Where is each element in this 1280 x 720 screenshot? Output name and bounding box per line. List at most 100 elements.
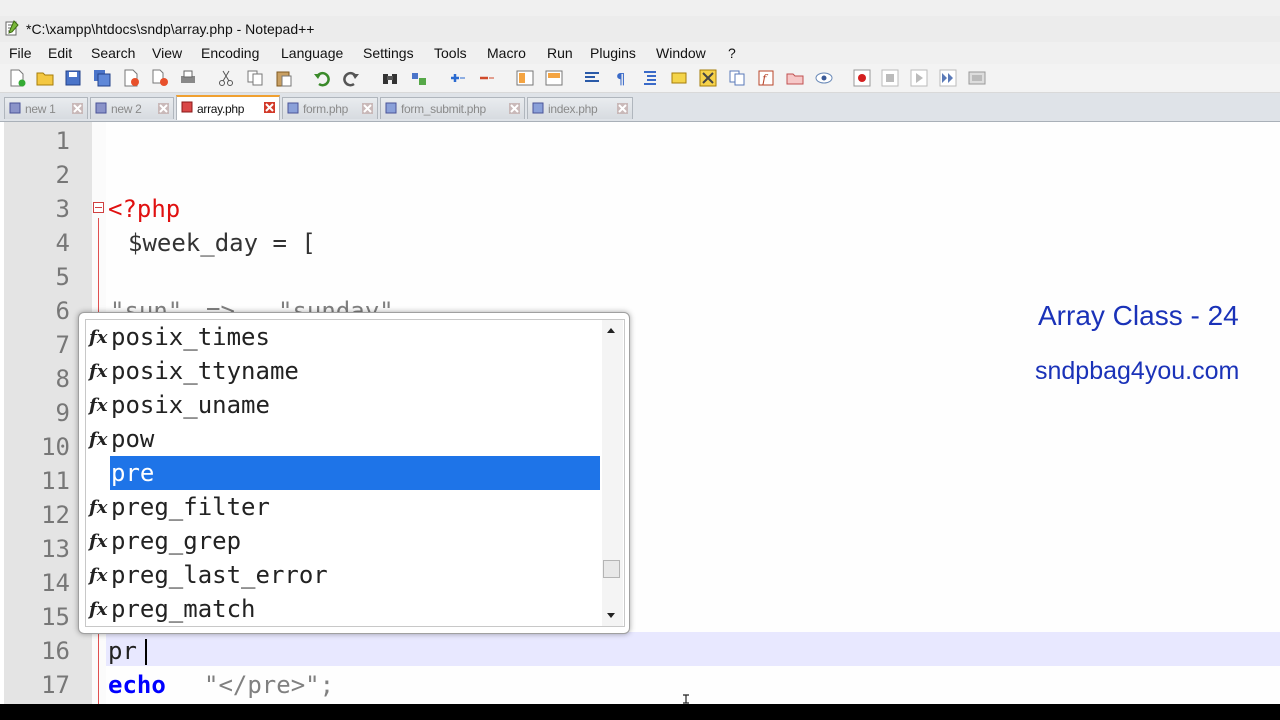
function-icon: fx [89, 361, 108, 382]
function-icon: fx [89, 429, 108, 450]
scrollbar-thumb[interactable] [603, 560, 620, 578]
autocomplete-item[interactable]: fx pow [86, 422, 602, 456]
cut-icon[interactable] [217, 69, 235, 87]
menu-file[interactable]: File [9, 45, 32, 61]
autocomplete-item[interactable]: fx posix_uname [86, 388, 602, 422]
print-icon[interactable] [179, 69, 197, 87]
autocomplete-popup: fx posix_times fx posix_ttyname fx posix… [78, 312, 630, 634]
folder-workspace-icon[interactable] [786, 69, 804, 87]
line-number: 12 [41, 501, 70, 529]
doc-map-icon[interactable] [728, 69, 746, 87]
close-file-icon[interactable] [122, 69, 140, 87]
close-tab-icon[interactable] [617, 103, 628, 114]
tab-array-php[interactable]: array.php [176, 95, 280, 120]
line-number: 2 [55, 161, 70, 189]
new-file-icon[interactable] [8, 69, 26, 87]
autocomplete-item[interactable]: fx preg_match [86, 592, 602, 626]
autocomplete-item[interactable]: fx preg_filter [86, 490, 602, 524]
line-number: 7 [55, 331, 70, 359]
save-icon[interactable] [64, 69, 82, 87]
copy-icon[interactable] [246, 69, 264, 87]
redo-icon[interactable] [342, 69, 360, 87]
stop-macro-icon[interactable] [881, 69, 899, 87]
menu-run[interactable]: Run [547, 45, 573, 61]
open-file-icon[interactable] [36, 69, 54, 87]
tab-new-2[interactable]: new 2 [90, 97, 174, 119]
tab-label: form_submit.php [401, 102, 486, 116]
line-number: 17 [41, 671, 70, 699]
word-wrap-icon[interactable] [583, 69, 601, 87]
line-number: 3 [55, 195, 70, 223]
autocomplete-scrollbar[interactable] [602, 320, 623, 626]
close-tab-icon[interactable] [158, 103, 169, 114]
sync-vertical-icon[interactable] [516, 69, 534, 87]
menu-language[interactable]: Language [281, 45, 343, 61]
menu-settings[interactable]: Settings [363, 45, 414, 61]
play-macro-icon[interactable] [910, 69, 928, 87]
save-macro-icon[interactable] [968, 69, 986, 87]
file-icon [287, 102, 299, 114]
tab-new-1[interactable]: new 1 [4, 97, 88, 119]
function-icon: fx [89, 565, 108, 586]
autocomplete-item-label: posix_uname [111, 391, 270, 419]
function-icon: fx [89, 395, 108, 416]
tab-index-php[interactable]: index.php [527, 97, 633, 119]
svg-text:¶: ¶ [616, 70, 626, 87]
function-list-icon[interactable]: f [757, 69, 775, 87]
tab-form-php[interactable]: form.php [282, 97, 378, 119]
menu-plugins[interactable]: Plugins [590, 45, 636, 61]
scroll-down-arrow-icon[interactable] [607, 613, 615, 618]
menu-edit[interactable]: Edit [48, 45, 72, 61]
function-icon: fx [89, 531, 108, 552]
close-tab-icon[interactable] [362, 103, 373, 114]
tab-label: form.php [303, 102, 348, 116]
find-icon[interactable] [381, 69, 399, 87]
function-icon: fx [89, 599, 108, 620]
monitoring-icon[interactable] [815, 69, 833, 87]
scroll-up-arrow-icon[interactable] [607, 328, 615, 333]
menu-help[interactable]: ? [728, 45, 736, 61]
echo-keyword: echo [108, 671, 166, 699]
tab-form-submit-php[interactable]: form_submit.php [380, 97, 525, 119]
language-icon[interactable] [670, 69, 688, 87]
function-icon: fx [89, 327, 108, 348]
close-tab-icon[interactable] [509, 103, 520, 114]
menu-encoding[interactable]: Encoding [201, 45, 259, 61]
save-all-icon[interactable] [93, 69, 111, 87]
record-macro-icon[interactable] [853, 69, 871, 87]
zoom-in-icon[interactable] [448, 69, 466, 87]
zoom-out-icon[interactable] [477, 69, 495, 87]
video-title-overlay: Array Class - 24 [1038, 300, 1239, 331]
menu-macro[interactable]: Macro [487, 45, 526, 61]
menu-search[interactable]: Search [91, 45, 135, 61]
autocomplete-list: fx posix_times fx posix_ttyname fx posix… [85, 319, 625, 627]
close-tab-icon[interactable] [264, 102, 275, 113]
autocomplete-item[interactable]: fx posix_ttyname [86, 354, 602, 388]
autocomplete-item[interactable]: fx posix_times [86, 320, 602, 354]
fold-toggle[interactable] [93, 202, 104, 213]
replace-icon[interactable] [410, 69, 428, 87]
code-line-4: $week_day = [ [128, 229, 316, 257]
xml-icon[interactable] [699, 69, 717, 87]
close-tab-icon[interactable] [72, 103, 83, 114]
close-all-icon[interactable] [151, 69, 169, 87]
menu-view[interactable]: View [152, 45, 182, 61]
tab-label: array.php [197, 102, 245, 116]
line-number: 15 [41, 603, 70, 631]
line-number: 1 [55, 127, 70, 155]
sync-horizontal-icon[interactable] [545, 69, 563, 87]
undo-icon[interactable] [313, 69, 331, 87]
selection-highlight [110, 456, 600, 490]
autocomplete-item[interactable]: fx preg_last_error [86, 558, 602, 592]
code-line-16: pr [108, 637, 137, 665]
run-macro-multiple-icon[interactable] [939, 69, 957, 87]
tab-bar: new 1 new 2 array.php form.php form_subm… [0, 93, 1280, 122]
file-icon [9, 102, 21, 114]
show-all-chars-icon[interactable]: ¶ [612, 69, 630, 87]
paste-icon[interactable] [275, 69, 293, 87]
menu-tools[interactable]: Tools [434, 45, 467, 61]
menu-window[interactable]: Window [656, 45, 706, 61]
indent-guide-icon[interactable] [641, 69, 659, 87]
autocomplete-item-selected[interactable]: pre [86, 456, 602, 490]
autocomplete-item[interactable]: fx preg_grep [86, 524, 602, 558]
